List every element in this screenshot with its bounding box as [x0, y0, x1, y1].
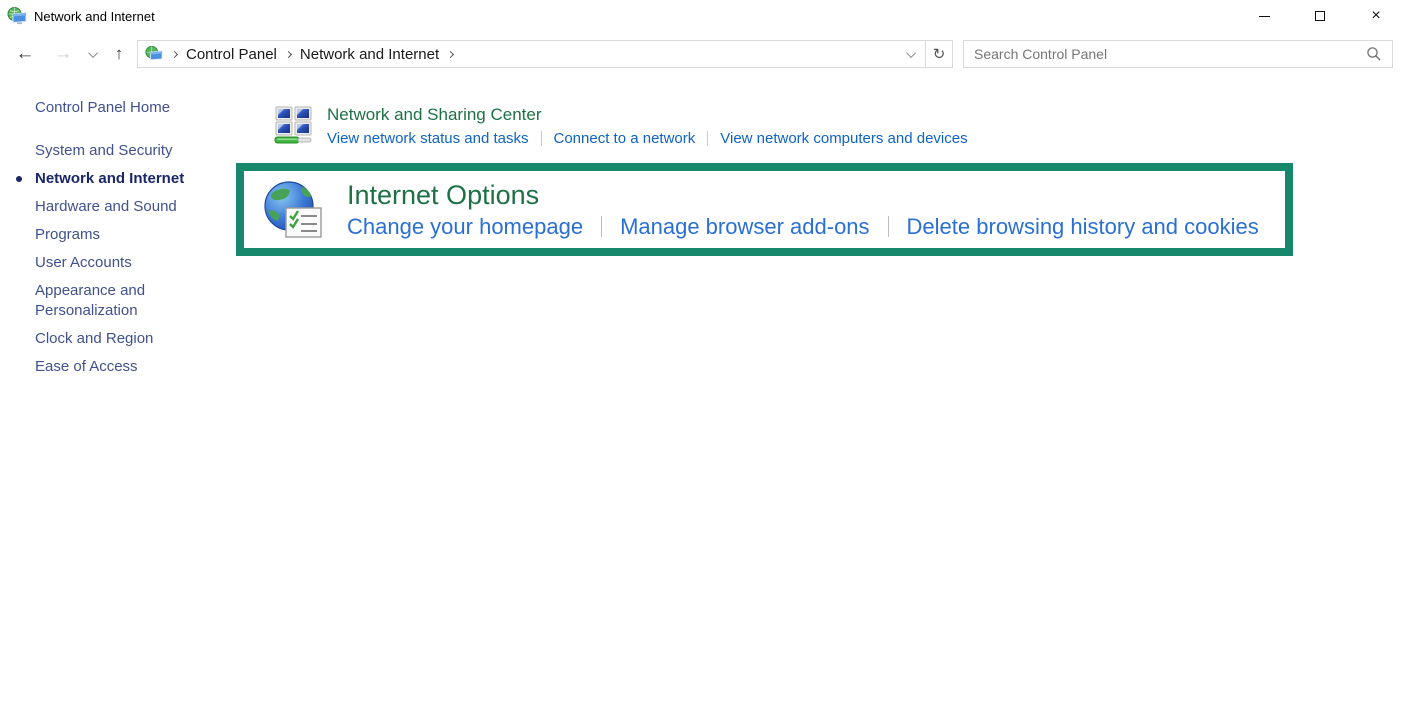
active-bullet-icon [16, 176, 22, 182]
internet-options-text: Internet Options Change your homepage Ma… [347, 180, 1259, 240]
link-view-network-computers[interactable]: View network computers and devices [720, 130, 967, 147]
link-separator [541, 131, 542, 146]
sidebar-item-user-accounts[interactable]: User Accounts [35, 253, 187, 273]
link-separator [601, 216, 602, 237]
sidebar-item-control-panel-home[interactable]: Control Panel Home [35, 100, 236, 116]
breadcrumb-control-panel[interactable]: Control Panel [186, 46, 277, 63]
network-sharing-center-links: View network status and tasks Connect to… [327, 130, 968, 147]
address-dropdown-button[interactable] [899, 41, 925, 67]
network-sharing-center-icon [274, 104, 314, 146]
breadcrumb-chevron-icon[interactable] [447, 50, 454, 57]
search-icon[interactable] [1366, 46, 1382, 62]
sidebar: Control Panel Home System and Security N… [0, 90, 236, 385]
link-connect-to-network[interactable]: Connect to a network [554, 130, 696, 147]
sidebar-category-list: System and Security Network and Internet… [0, 141, 236, 377]
link-change-homepage[interactable]: Change your homepage [347, 214, 583, 240]
maximize-button[interactable] [1292, 0, 1348, 32]
close-icon: × [1371, 8, 1380, 24]
link-manage-addons[interactable]: Manage browser add-ons [620, 214, 869, 240]
sidebar-item-appearance-and-personalization[interactable]: Appearance and Personalization [35, 281, 187, 321]
link-separator [888, 216, 889, 237]
refresh-button[interactable]: ↻ [925, 41, 952, 67]
forward-button[interactable]: → [50, 32, 76, 76]
network-sharing-center-text: Network and Sharing Center View network … [327, 104, 968, 147]
up-button[interactable]: ↑ [106, 32, 132, 76]
sidebar-item-ease-of-access[interactable]: Ease of Access [35, 357, 187, 377]
network-sharing-center-section: Network and Sharing Center View network … [274, 104, 968, 147]
link-view-network-status[interactable]: View network status and tasks [327, 130, 529, 147]
back-button[interactable]: ← [12, 32, 38, 76]
sidebar-item-system-and-security[interactable]: System and Security [35, 141, 187, 161]
breadcrumb-network-and-internet[interactable]: Network and Internet [300, 46, 439, 63]
sidebar-item-hardware-and-sound[interactable]: Hardware and Sound [35, 197, 187, 217]
sidebar-item-programs[interactable]: Programs [35, 225, 187, 245]
search-input[interactable] [964, 46, 1366, 62]
caption-buttons: × [1236, 0, 1404, 32]
title-bar: Network and Internet × [0, 0, 1404, 32]
internet-options-highlight-box: Internet Options Change your homepage Ma… [236, 163, 1293, 256]
sidebar-item-network-and-internet[interactable]: Network and Internet [35, 169, 187, 189]
internet-options-icon [263, 179, 323, 241]
close-button[interactable]: × [1348, 0, 1404, 32]
sidebar-item-label: Network and Internet [35, 170, 184, 187]
minimize-button[interactable] [1236, 0, 1292, 32]
navigation-bar: ← → ↑ Control Panel Network and Internet… [0, 32, 1404, 76]
internet-options-title[interactable]: Internet Options [347, 180, 1259, 210]
chevron-down-icon [906, 48, 916, 58]
network-and-internet-icon [7, 6, 27, 26]
internet-options-links: Change your homepage Manage browser add-… [347, 214, 1259, 240]
search-box [963, 40, 1393, 68]
recent-locations-dropdown[interactable] [84, 32, 104, 76]
breadcrumb-chevron-icon[interactable] [171, 50, 178, 57]
address-bar[interactable]: Control Panel Network and Internet ↻ [137, 40, 953, 68]
chevron-down-icon [88, 48, 98, 58]
network-and-internet-icon [145, 45, 163, 63]
link-delete-browsing-history[interactable]: Delete browsing history and cookies [907, 214, 1259, 240]
breadcrumb-chevron-icon[interactable] [285, 50, 292, 57]
network-sharing-center-title[interactable]: Network and Sharing Center [327, 104, 968, 125]
minimize-icon [1259, 16, 1270, 17]
maximize-icon [1315, 11, 1325, 21]
sidebar-item-clock-and-region[interactable]: Clock and Region [35, 329, 187, 349]
link-separator [707, 131, 708, 146]
window-title: Network and Internet [34, 9, 155, 24]
